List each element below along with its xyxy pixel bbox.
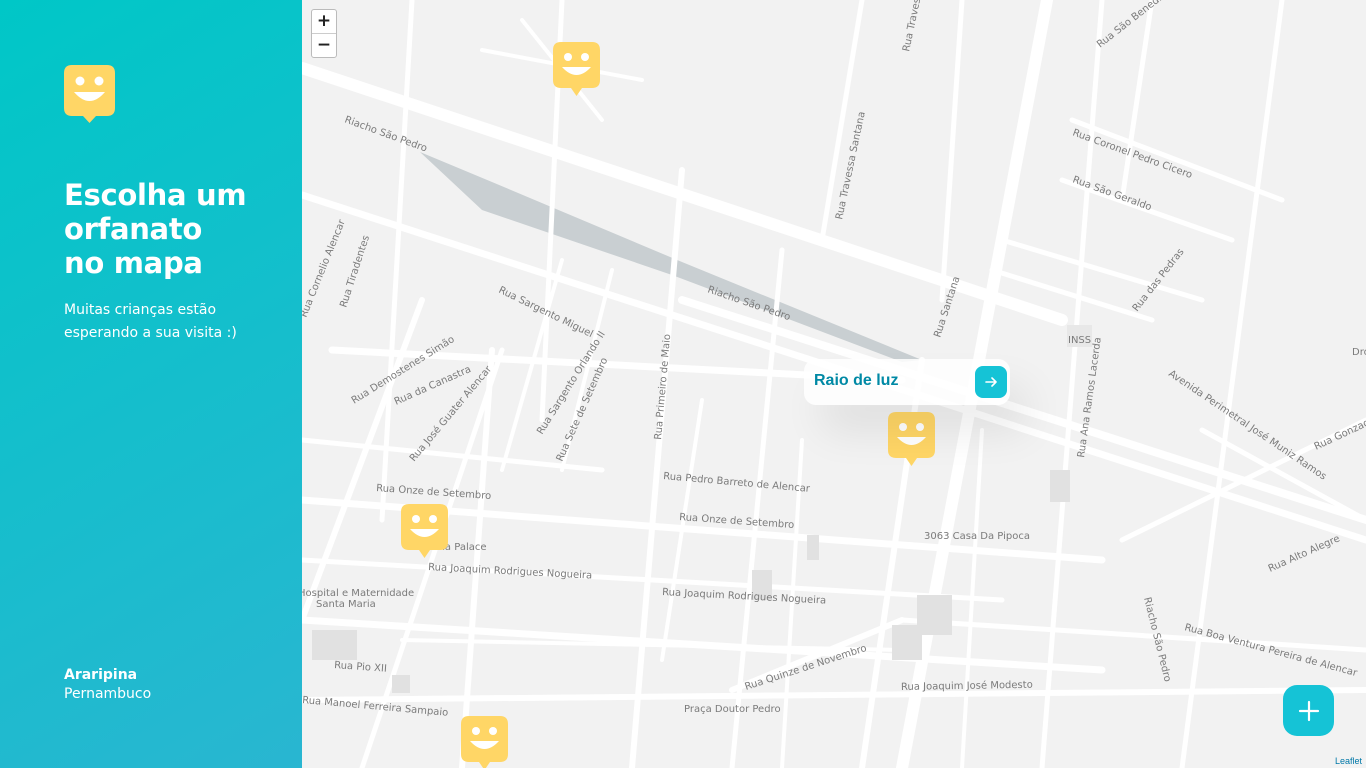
street-label: Rua Alto Alegre [1267,533,1342,574]
orphanage-popup: Raio de luz [804,359,1010,405]
title-line-1: Escolha um [64,178,247,212]
street-label: Dro [1352,347,1366,358]
street-label: Hospital e Maternidade [302,588,414,599]
street-label: Rua Onze de Setembro [376,483,492,502]
orphanage-marker-icon[interactable] [888,412,935,466]
orphanage-marker-icon[interactable] [461,716,508,768]
street-label: Rua Primeiro de Maio [653,334,673,441]
street-label: Rua São Geraldo [1071,174,1153,213]
street-label: Rua Ana Ramos Lacerda [1076,337,1104,459]
map[interactable]: Riacho São Pedro Riacho São Pedro Rua Tr… [302,0,1366,768]
street-label: Rua São Beneditо [1095,0,1172,50]
add-orphanage-button[interactable] [1283,685,1334,736]
orphanage-marker-icon[interactable] [553,42,600,96]
street-label: Rua Joaquim José Modesto [901,679,1033,693]
street-label: Praça Doutor Pedro [684,704,781,715]
open-orphanage-button[interactable] [975,366,1007,398]
street-label: Rua Gonzaga [1313,415,1366,453]
orphanage-marker-icon[interactable] [401,504,448,558]
zoom-control: + − [311,9,337,58]
zoom-out-button[interactable]: − [312,33,336,57]
plus-icon [1298,700,1319,721]
street-label: Santa Maria [316,599,376,610]
sidebar: Escolha um orfanato no mapa Muitas crian… [0,0,302,768]
street-label: Rua Boa Ventura Pereira de Alencar [1183,622,1359,679]
happy-face-marker-icon [64,65,115,123]
map-attribution-link[interactable]: Leaflet [1335,756,1362,766]
title-line-3: no mapa [64,246,203,280]
popup-label: Raio de luz [814,372,899,389]
street-label: Rua Pio XII [334,660,387,675]
page-subtitle: Muitas crianças estão esperando a sua vi… [64,302,237,341]
arrow-right-icon [985,377,997,387]
street-label: INSS [1068,335,1091,346]
location-city: Araripina [64,667,138,683]
street-label: Rua Joaquim Rodrigues Nogueira [428,562,593,582]
location: Araripina Pernambuco [64,666,151,704]
title-line-2: orfanato [64,212,203,246]
app-root: Escolha um orfanato no mapa Muitas crian… [0,0,1366,768]
street-label: Rua Travessa [901,0,925,53]
street-label: Rua Pedro Barreto de Alencar [663,471,812,495]
zoom-in-button[interactable]: + [312,10,336,33]
street-label: Rua Tiradentes [338,234,372,309]
street-label: 3063 Casa Da Pipoca [924,531,1030,542]
location-state: Pernambuco [64,686,152,702]
page-title: Escolha um orfanato no mapa [64,178,264,280]
street-label: Riacho São Pedro [343,114,428,154]
